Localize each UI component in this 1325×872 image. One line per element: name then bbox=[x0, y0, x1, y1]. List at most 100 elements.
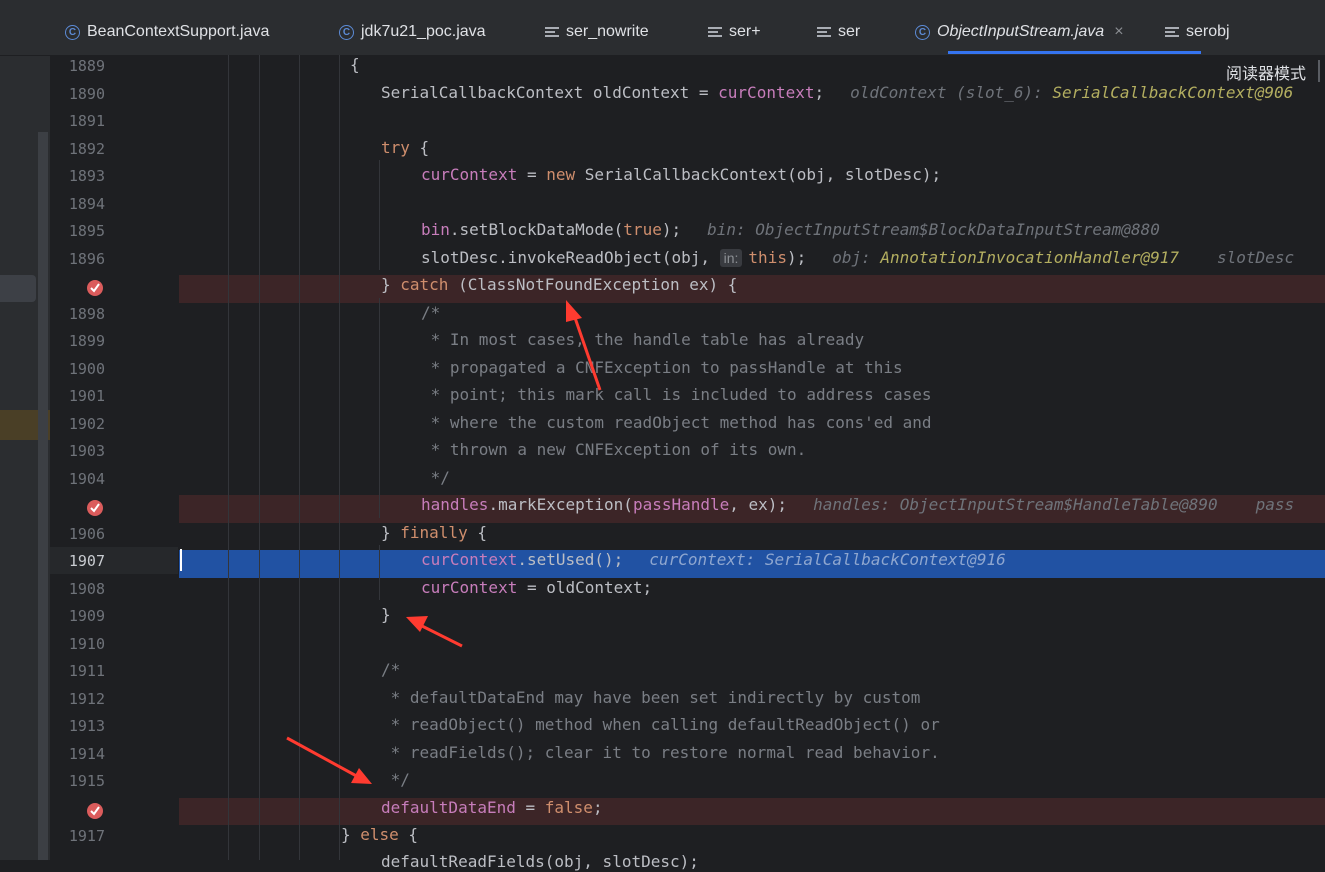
comment-line: * readObject() method when calling defau… bbox=[381, 715, 940, 734]
indent-guide bbox=[339, 55, 340, 860]
line-number[interactable]: 1902 bbox=[50, 414, 105, 442]
line-number[interactable]: 1912 bbox=[50, 689, 105, 717]
code-line-1897: } catch (ClassNotFoundException ex) { bbox=[381, 275, 738, 294]
comment-line: * propagated a CNFException to passHandl… bbox=[421, 358, 903, 377]
debug-hint: curContext: SerialCallbackContext@916 bbox=[649, 550, 1006, 569]
line-number[interactable]: 1898 bbox=[50, 304, 105, 332]
tab-serobj[interactable]: serobj bbox=[1165, 20, 1230, 44]
class-icon: C bbox=[339, 24, 354, 40]
tab-label: ser+ bbox=[729, 23, 761, 40]
indent-guide bbox=[228, 55, 229, 860]
line-number[interactable]: 1911 bbox=[50, 661, 105, 689]
tab-beancontextsupport[interactable]: C BeanContextSupport.java bbox=[65, 20, 269, 44]
tab-ser[interactable]: ser bbox=[817, 20, 860, 44]
debug-hint: slotDesc bbox=[1217, 248, 1295, 267]
class-icon: C bbox=[65, 24, 80, 40]
comment-line: */ bbox=[421, 468, 450, 487]
line-number[interactable]: 1915 bbox=[50, 771, 105, 799]
tab-ser-nowrite[interactable]: ser_nowrite bbox=[545, 20, 649, 44]
breakpoint-line-highlight bbox=[179, 275, 1325, 303]
line-number[interactable]: 1892 bbox=[50, 139, 105, 167]
code-line-1907: curContext.setUsed(); curContext: SerialC… bbox=[421, 550, 1006, 569]
indent-guide bbox=[299, 55, 300, 860]
breakpoint-icon[interactable] bbox=[86, 279, 104, 297]
code-line-1917: } else { bbox=[341, 825, 419, 844]
tab-objectinputstream[interactable]: C ObjectInputStream.java × bbox=[915, 20, 1124, 44]
tab-jdk7u21-poc[interactable]: C jdk7u21_poc.java bbox=[339, 20, 486, 44]
line-number[interactable]: 1895 bbox=[50, 221, 105, 249]
close-tab-icon[interactable]: × bbox=[1114, 23, 1123, 41]
indent-guide bbox=[379, 160, 380, 270]
text-caret bbox=[180, 549, 182, 571]
line-number[interactable]: 1913 bbox=[50, 716, 105, 744]
debug-hint: pass bbox=[1255, 495, 1295, 514]
tab-ser-plus[interactable]: ser+ bbox=[708, 20, 761, 44]
breakpoint-icon[interactable] bbox=[86, 802, 104, 820]
code-line-1918: defaultReadFields(obj, slotDesc); bbox=[381, 852, 699, 871]
line-number[interactable]: 1917 bbox=[50, 826, 105, 854]
comment-line: /* bbox=[381, 660, 401, 679]
sidebar-scrollbar[interactable] bbox=[38, 132, 48, 860]
code-line-1896: slotDesc.invokeReadObject(obj, in: this);… bbox=[421, 248, 1295, 267]
indent-guide bbox=[259, 55, 260, 860]
sidebar-selected-item[interactable] bbox=[0, 275, 36, 302]
code-line-1893: curContext = new SerialCallbackContext(o… bbox=[421, 165, 942, 184]
code-line-1916: defaultDataEnd = false; bbox=[381, 798, 603, 817]
line-number[interactable]: 1900 bbox=[50, 359, 105, 387]
code-line-1908: curContext = oldContext; bbox=[421, 578, 653, 597]
comment-line: * readFields(); clear it to restore norm… bbox=[381, 743, 940, 762]
line-number[interactable]: 1891 bbox=[50, 111, 105, 139]
code-line-1890: SerialCallbackContext oldContext = curCo… bbox=[381, 83, 1294, 102]
reader-mode-button[interactable]: 阅读器模式 bbox=[1226, 60, 1306, 84]
code-line-1905: handles.markException(passHandle, ex); ha… bbox=[421, 495, 1295, 514]
comment-line: * point; this mark call is included to a… bbox=[421, 385, 932, 404]
line-number[interactable]: 1889 bbox=[50, 56, 105, 84]
editor-scrollbar-thumb[interactable] bbox=[1318, 60, 1320, 82]
tab-label: BeanContextSupport.java bbox=[87, 23, 270, 40]
sidebar-header bbox=[0, 0, 50, 56]
line-number[interactable]: 1907 bbox=[50, 551, 105, 579]
line-number[interactable]: 1896 bbox=[50, 249, 105, 277]
line-number[interactable]: 1909 bbox=[50, 606, 105, 634]
text-file-icon bbox=[708, 26, 722, 38]
line-number[interactable]: 1903 bbox=[50, 441, 105, 469]
code-line-1892: try { bbox=[381, 138, 430, 157]
breakpoint-icon[interactable] bbox=[86, 499, 104, 517]
tab-label: ObjectInputStream.java bbox=[937, 23, 1105, 40]
line-number[interactable]: 1901 bbox=[50, 386, 105, 414]
line-number[interactable]: 1893 bbox=[50, 166, 105, 194]
line-number[interactable]: 1899 bbox=[50, 331, 105, 359]
annotation-arrow bbox=[406, 616, 463, 648]
text-file-icon bbox=[545, 26, 559, 38]
line-number[interactable]: 1904 bbox=[50, 469, 105, 497]
debug-hint: bin: ObjectInputStream$BlockDataInputStr… bbox=[707, 220, 1160, 239]
debug-hint: obj: bbox=[832, 248, 881, 267]
debug-hint: oldContext (slot_6): bbox=[850, 83, 1053, 102]
tab-label: jdk7u21_poc.java bbox=[361, 23, 486, 40]
line-number[interactable]: 1908 bbox=[50, 579, 105, 607]
line-number[interactable]: 1910 bbox=[50, 634, 105, 662]
editor-tab-bar: C BeanContextSupport.java C jdk7u21_poc.… bbox=[50, 0, 1325, 56]
code-line-1889: { bbox=[350, 55, 360, 74]
tab-label: ser bbox=[838, 23, 861, 40]
line-number[interactable]: 1890 bbox=[50, 84, 105, 112]
tab-label: serobj bbox=[1186, 23, 1230, 40]
text-file-icon bbox=[817, 26, 831, 38]
line-number[interactable]: 1906 bbox=[50, 524, 105, 552]
line-number[interactable]: 1894 bbox=[50, 194, 105, 222]
debug-hint: handles: ObjectInputStream$HandleTable@8… bbox=[813, 495, 1218, 514]
text-file-icon bbox=[1165, 26, 1179, 38]
tab-label: ser_nowrite bbox=[566, 23, 649, 40]
line-number[interactable]: 1914 bbox=[50, 744, 105, 772]
code-line-1906: } finally { bbox=[381, 523, 487, 542]
active-tab-indicator bbox=[948, 51, 1201, 54]
comment-line: * In most cases, the handle table has al… bbox=[421, 330, 865, 349]
debug-hint-value: SerialCallbackContext@906 bbox=[1052, 83, 1294, 102]
parameter-inlay-hint: in: bbox=[719, 249, 743, 267]
class-icon: C bbox=[915, 24, 930, 40]
comment-line: */ bbox=[381, 770, 410, 789]
comment-line: * defaultDataEnd may have been set indir… bbox=[381, 688, 921, 707]
indent-guide bbox=[379, 545, 380, 600]
comment-line: * where the custom readObject method has… bbox=[421, 413, 932, 432]
code-line-1895: bin.setBlockDataMode(true); bin: ObjectIn… bbox=[421, 220, 1160, 239]
